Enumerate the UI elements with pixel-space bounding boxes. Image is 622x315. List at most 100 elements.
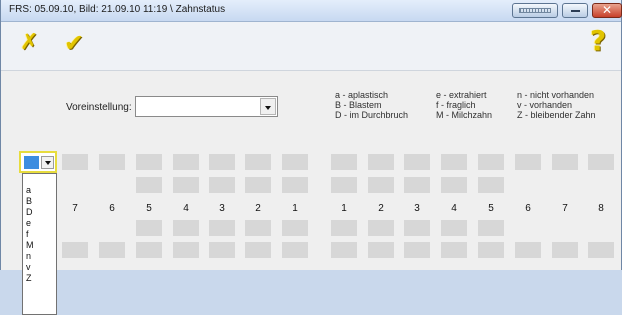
tooth-cell[interactable] xyxy=(173,154,199,170)
legend-column-3: n - nicht vorhanden v - vorhanden Z - bl… xyxy=(517,90,596,120)
tooth-cell[interactable] xyxy=(136,154,162,170)
tooth-cell[interactable] xyxy=(478,177,504,193)
legend-column-1: a - aplastisch B - Blastem D - im Durchb… xyxy=(335,90,408,120)
tooth-cell[interactable] xyxy=(136,177,162,193)
tooth-status-dropdown-button[interactable] xyxy=(41,156,54,169)
legend-entry: n - nicht vorhanden xyxy=(517,90,595,100)
tooth-cell[interactable] xyxy=(404,220,430,236)
tooth-cell[interactable] xyxy=(209,154,235,170)
tooth-cell[interactable] xyxy=(588,154,614,170)
confirm-icon[interactable]: ✔ xyxy=(64,29,84,57)
tooth-cell[interactable] xyxy=(209,220,235,236)
tooth-number: 5 xyxy=(146,203,152,214)
tooth-cell[interactable] xyxy=(62,242,88,258)
toolbar xyxy=(1,22,621,70)
tooth-cell[interactable] xyxy=(62,154,88,170)
tooth-cell[interactable] xyxy=(404,154,430,170)
tooth-cell[interactable] xyxy=(282,242,308,258)
tooth-cell[interactable] xyxy=(478,242,504,258)
tooth-number: 4 xyxy=(183,203,189,214)
tooth-cell[interactable] xyxy=(478,220,504,236)
tooth-cell[interactable] xyxy=(209,177,235,193)
minimize-button[interactable] xyxy=(562,3,588,18)
tooth-status-options-list: a B D e f M n v Z xyxy=(22,173,57,315)
tooth-number: 3 xyxy=(414,203,420,214)
tooth-cell[interactable] xyxy=(245,177,271,193)
tooth-number: 6 xyxy=(109,203,115,214)
tooth-cell[interactable] xyxy=(282,177,308,193)
tooth-cell[interactable] xyxy=(331,220,357,236)
tooth-number: 8 xyxy=(598,203,604,214)
legend-entry: M - Milchzahn xyxy=(436,110,493,120)
tooth-status-select[interactable] xyxy=(19,151,57,173)
tooth-cell[interactable] xyxy=(515,242,541,258)
tooth-cell[interactable] xyxy=(368,220,394,236)
tooth-cell[interactable] xyxy=(173,242,199,258)
tooth-cell[interactable] xyxy=(552,242,578,258)
compact-mode-button[interactable] xyxy=(512,3,558,18)
tooth-number: 2 xyxy=(378,203,384,214)
tooth-cell[interactable] xyxy=(478,154,504,170)
chevron-down-icon xyxy=(265,106,271,110)
tooth-cell[interactable] xyxy=(245,154,271,170)
close-icon: ✕ xyxy=(601,3,613,17)
tooth-cell[interactable] xyxy=(441,177,467,193)
empty-option[interactable] xyxy=(23,174,56,185)
tooth-cell[interactable] xyxy=(136,242,162,258)
tooth-cell[interactable] xyxy=(331,154,357,170)
tooth-cell[interactable] xyxy=(331,177,357,193)
tooth-cell[interactable] xyxy=(173,220,199,236)
tooth-cell[interactable] xyxy=(209,242,235,258)
tooth-number: 7 xyxy=(72,203,78,214)
tooth-cell[interactable] xyxy=(245,220,271,236)
option-item[interactable]: n xyxy=(23,251,56,262)
tooth-number: 1 xyxy=(341,203,347,214)
tooth-cell[interactable] xyxy=(368,177,394,193)
tooth-cell[interactable] xyxy=(368,242,394,258)
preset-dropdown-button[interactable] xyxy=(260,98,276,115)
tooth-number: 2 xyxy=(255,203,261,214)
legend-entry: D - im Durchbruch xyxy=(335,110,409,120)
tooth-cell[interactable] xyxy=(245,242,271,258)
help-icon[interactable]: ? xyxy=(590,24,606,57)
legend-column-2: e - extrahiert f - fraglich M - Milchzah… xyxy=(436,90,492,120)
tooth-cell[interactable] xyxy=(404,242,430,258)
legend-entry: f - fraglich xyxy=(436,100,476,110)
chevron-down-icon xyxy=(44,161,51,165)
option-item[interactable]: M xyxy=(23,240,56,251)
tooth-cell[interactable] xyxy=(331,242,357,258)
legend-entry: a - aplastisch xyxy=(335,90,389,100)
legend-entry: Z - bleibender Zahn xyxy=(517,110,596,120)
tooth-cell[interactable] xyxy=(441,242,467,258)
tooth-cell[interactable] xyxy=(552,154,578,170)
preset-label: Voreinstellung: xyxy=(66,102,132,113)
option-item[interactable]: f xyxy=(23,229,56,240)
option-item[interactable]: Z xyxy=(23,273,56,284)
legend-entry: v - vorhanden xyxy=(517,100,573,110)
tooth-cell[interactable] xyxy=(515,154,541,170)
option-item[interactable]: B xyxy=(23,196,56,207)
option-item[interactable]: v xyxy=(23,262,56,273)
tooth-cell[interactable] xyxy=(99,154,125,170)
close-button[interactable]: ✕ xyxy=(592,3,622,18)
tooth-cell[interactable] xyxy=(136,220,162,236)
tooth-cell[interactable] xyxy=(404,177,430,193)
option-item[interactable]: D xyxy=(23,207,56,218)
option-item[interactable]: a xyxy=(23,185,56,196)
option-item[interactable]: e xyxy=(23,218,56,229)
tooth-cell[interactable] xyxy=(441,154,467,170)
tooth-cell[interactable] xyxy=(282,154,308,170)
tooth-cell[interactable] xyxy=(99,242,125,258)
tooth-cell[interactable] xyxy=(173,177,199,193)
tooth-number: 7 xyxy=(562,203,568,214)
preset-select[interactable] xyxy=(135,96,278,117)
cancel-icon[interactable]: ✗ xyxy=(20,30,38,55)
tooth-cell[interactable] xyxy=(282,220,308,236)
tooth-cell[interactable] xyxy=(368,154,394,170)
minimize-icon xyxy=(571,10,580,12)
tooth-cell[interactable] xyxy=(588,242,614,258)
tooth-number: 3 xyxy=(219,203,225,214)
tooth-number: 1 xyxy=(292,203,298,214)
tooth-cell[interactable] xyxy=(441,220,467,236)
grip-icon xyxy=(519,8,551,13)
